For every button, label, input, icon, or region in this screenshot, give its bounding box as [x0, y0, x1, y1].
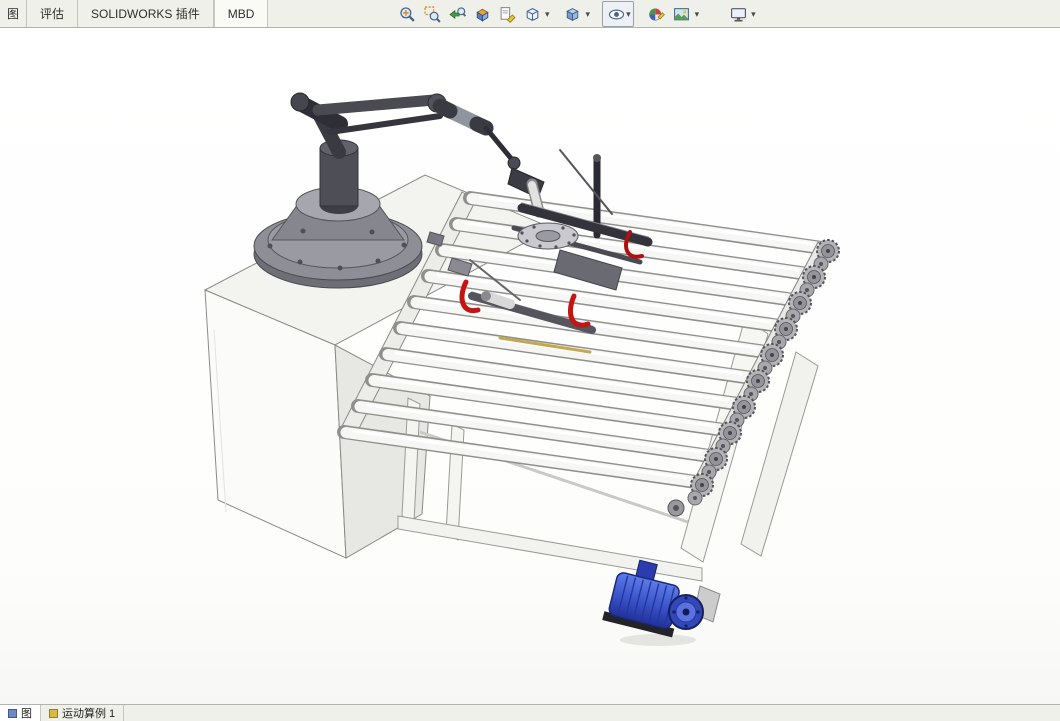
- cad-model[interactable]: [0, 28, 1060, 704]
- tab-sketch-partial[interactable]: 图: [0, 0, 28, 27]
- tab-model[interactable]: 图: [0, 705, 41, 721]
- display-style-dropdown[interactable]: ▾: [586, 9, 591, 19]
- model-tab-label: 图: [21, 708, 32, 720]
- dynamic-annotation-views-icon[interactable]: [496, 3, 518, 25]
- view-settings-icon[interactable]: [727, 3, 749, 25]
- hide-show-items-group: ▾: [602, 1, 634, 27]
- view-orientation-icon[interactable]: [521, 3, 543, 25]
- zoom-to-area-icon[interactable]: [421, 3, 443, 25]
- previous-view-icon[interactable]: [446, 3, 468, 25]
- command-tabs: 图 评估 SOLIDWORKS 插件 MBD: [0, 0, 269, 27]
- apply-scene-dropdown[interactable]: ▾: [695, 9, 700, 19]
- motion-study-icon: [49, 708, 58, 718]
- graphics-viewport[interactable]: [0, 28, 1060, 704]
- motion-manager-bar: 图 运动算例 1: [0, 704, 1060, 721]
- tab-solidworks-addins[interactable]: SOLIDWORKS 插件: [78, 0, 214, 27]
- view-settings-dropdown[interactable]: ▾: [751, 9, 756, 19]
- motion-study-label: 运动算例 1: [62, 708, 116, 720]
- hide-show-items-dropdown[interactable]: ▾: [626, 9, 631, 19]
- apply-scene-icon[interactable]: [671, 3, 693, 25]
- tab-evaluate[interactable]: 评估: [27, 0, 79, 27]
- command-manager-bar: 图 评估 SOLIDWORKS 插件 MBD ▾ ▾ ▾ ▾ ▾: [0, 0, 1060, 28]
- model-tab-icon: [8, 708, 17, 718]
- edit-appearance-icon[interactable]: [646, 3, 668, 25]
- tab-motion-study-1[interactable]: 运动算例 1: [41, 705, 125, 721]
- hide-show-items-icon[interactable]: [605, 3, 627, 25]
- display-style-icon[interactable]: [562, 3, 584, 25]
- zoom-to-fit-icon[interactable]: [396, 3, 418, 25]
- tab-mbd[interactable]: MBD: [213, 0, 269, 27]
- view-orientation-dropdown[interactable]: ▾: [545, 9, 550, 19]
- headsup-view-toolbar: ▾ ▾ ▾ ▾ ▾: [396, 1, 756, 27]
- section-view-icon[interactable]: [471, 3, 493, 25]
